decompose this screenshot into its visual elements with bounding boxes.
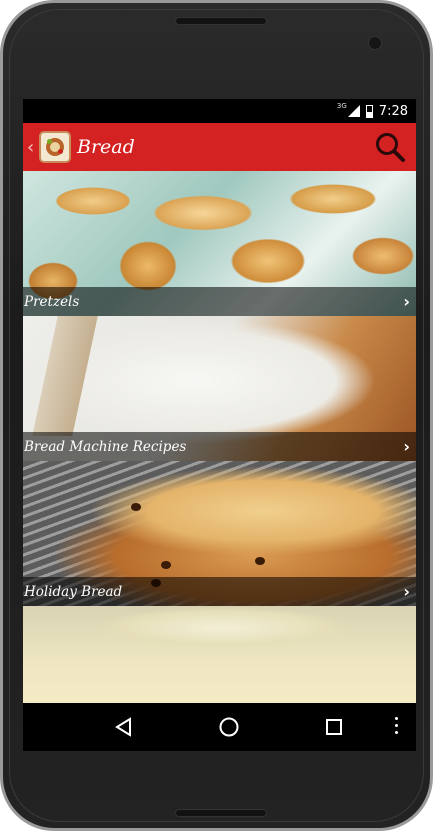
battery-icon: [365, 104, 373, 118]
nav-home-button[interactable]: [214, 712, 244, 742]
category-label: Bread Machine Recipes: [24, 438, 187, 455]
caption-bar: Holiday Bread ›: [23, 577, 416, 606]
category-label: Pretzels: [24, 293, 80, 310]
home-circle-icon: [219, 717, 238, 737]
nav-back-button[interactable]: [109, 712, 139, 742]
category-list: Pretzels › Bread Machine Recipes › Holid…: [23, 171, 416, 703]
app-logo-icon[interactable]: [39, 131, 71, 163]
caption-bar: Pretzels ›: [23, 287, 416, 316]
category-label: Holiday Bread: [24, 583, 123, 600]
back-triangle-icon: [114, 717, 131, 737]
front-camera: [368, 36, 382, 50]
search-button[interactable]: [370, 127, 410, 167]
network-type: 3G: [336, 102, 347, 110]
search-icon: [376, 133, 405, 162]
signal-icon: [347, 105, 360, 117]
overflow-menu-icon[interactable]: [395, 717, 399, 737]
list-item-holiday-bread[interactable]: Holiday Bread ›: [23, 461, 416, 606]
list-item-pretzels[interactable]: Pretzels ›: [23, 171, 416, 316]
partial-image: [23, 606, 416, 703]
chevron-right-icon: ›: [403, 582, 410, 601]
top-speaker: [175, 17, 267, 25]
chevron-right-icon: ›: [403, 292, 410, 311]
caption-bar: Bread Machine Recipes ›: [23, 432, 416, 461]
chevron-left-icon[interactable]: ‹: [27, 137, 37, 158]
chevron-right-icon: ›: [403, 437, 410, 456]
bottom-speaker: [175, 809, 267, 817]
nav-recents-button[interactable]: [319, 712, 349, 742]
recents-square-icon: [325, 719, 342, 735]
screen: 3G 7:28 ‹ Bread Pretzels › Bread Machine…: [23, 99, 416, 751]
system-nav-bar: [23, 703, 416, 751]
page-title: Bread: [77, 136, 135, 158]
status-bar: 3G 7:28: [23, 99, 416, 123]
list-item-partial[interactable]: [23, 606, 416, 703]
phone-frame: 3G 7:28 ‹ Bread Pretzels › Bread Machine…: [0, 0, 433, 831]
status-time: 7:28: [378, 103, 408, 119]
list-item-bread-machine-recipes[interactable]: Bread Machine Recipes ›: [23, 316, 416, 461]
app-bar: ‹ Bread: [23, 123, 416, 171]
